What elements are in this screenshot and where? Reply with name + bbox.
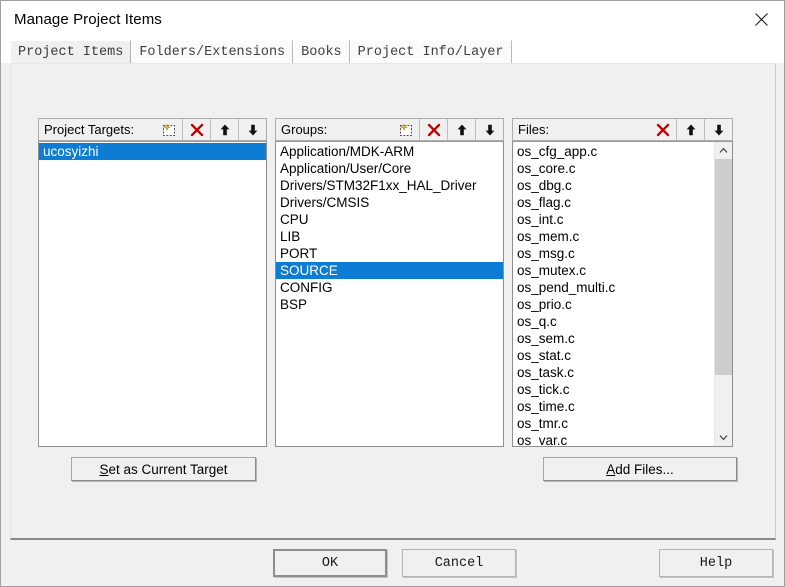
tab-strip: Project Items Folders/Extensions Books P…: [1, 39, 784, 63]
files-toolbar: [649, 119, 732, 140]
new-item-icon: [399, 122, 412, 136]
list-item[interactable]: BSP: [276, 296, 503, 313]
project-targets-listbox[interactable]: ucosyizhi: [38, 141, 267, 447]
files-listbox[interactable]: os_cfg_app.c os_core.c os_dbg.c os_flag.…: [512, 141, 733, 447]
groups-toolbar: [392, 119, 503, 140]
list-item[interactable]: os_flag.c: [513, 194, 714, 211]
tab-books[interactable]: Books: [293, 40, 350, 63]
move-up-icon: [220, 124, 229, 135]
groups-panel: Groups: Application/MDK-ARM Application/…: [275, 118, 504, 447]
add-files-button[interactable]: Add Files...: [543, 457, 737, 481]
scrollbar-track[interactable]: [715, 159, 732, 429]
tab-project-items[interactable]: Project Items: [10, 40, 132, 63]
list-item[interactable]: LIB: [276, 228, 503, 245]
list-item[interactable]: ucosyizhi: [39, 143, 266, 160]
list-item[interactable]: os_core.c: [513, 160, 714, 177]
project-targets-toolbar: [155, 119, 266, 140]
targets-delete-button[interactable]: [182, 119, 210, 140]
panel-columns: Project Targets: ucosyizhi Groups: Appli…: [38, 118, 741, 447]
groups-new-item-button[interactable]: [392, 119, 419, 140]
chevron-down-icon: [719, 435, 728, 441]
list-item[interactable]: CONFIG: [276, 279, 503, 296]
list-item[interactable]: os_mem.c: [513, 228, 714, 245]
list-item[interactable]: os_sem.c: [513, 330, 714, 347]
list-item[interactable]: os_stat.c: [513, 347, 714, 364]
list-item[interactable]: Drivers/CMSIS: [276, 194, 503, 211]
list-item[interactable]: os_cfg_app.c: [513, 143, 714, 160]
move-down-icon: [485, 124, 494, 135]
chevron-up-icon: [719, 147, 728, 153]
set-current-rest: et as Current Target: [108, 461, 228, 477]
scrollbar-thumb[interactable]: [715, 159, 732, 375]
files-scrollbar[interactable]: [714, 142, 732, 446]
scroll-up-button[interactable]: [715, 142, 732, 159]
groups-move-down-button[interactable]: [475, 119, 503, 140]
list-item[interactable]: os_time.c: [513, 398, 714, 415]
list-item[interactable]: Application/MDK-ARM: [276, 143, 503, 160]
files-delete-button[interactable]: [649, 119, 676, 140]
list-item[interactable]: os_mutex.c: [513, 262, 714, 279]
close-icon: [754, 13, 768, 26]
move-down-icon: [714, 124, 723, 135]
project-targets-panel: Project Targets: ucosyizhi: [38, 118, 267, 447]
targets-move-down-button[interactable]: [238, 119, 266, 140]
files-move-down-button[interactable]: [704, 119, 732, 140]
project-targets-label: Project Targets:: [44, 122, 135, 137]
groups-label: Groups:: [281, 122, 328, 137]
add-files-rest: dd Files...: [615, 461, 674, 477]
move-down-icon: [248, 124, 257, 135]
title-bar: Manage Project Items: [1, 1, 784, 39]
help-button[interactable]: Help: [659, 549, 773, 577]
groups-header: Groups:: [275, 118, 504, 141]
groups-listbox[interactable]: Application/MDK-ARM Application/User/Cor…: [275, 141, 504, 447]
list-item[interactable]: os_pend_multi.c: [513, 279, 714, 296]
panel-action-buttons: Set as Current Target Add Files...: [38, 457, 741, 483]
list-item[interactable]: SOURCE: [276, 262, 503, 279]
delete-icon: [656, 123, 669, 136]
list-item[interactable]: os_tick.c: [513, 381, 714, 398]
set-as-current-target-button[interactable]: Set as Current Target: [71, 457, 256, 481]
files-panel: Files: os_cfg_app.c os_core.c os_dbg.c o…: [512, 118, 733, 447]
move-up-icon: [457, 124, 466, 135]
delete-icon: [427, 123, 440, 136]
list-item[interactable]: os_dbg.c: [513, 177, 714, 194]
manage-project-items-dialog: Manage Project Items Project Items Folde…: [0, 0, 785, 587]
files-label: Files:: [518, 122, 550, 137]
tab-folders-extensions[interactable]: Folders/Extensions: [131, 40, 294, 63]
targets-new-item-button[interactable]: [155, 119, 182, 140]
list-item[interactable]: os_msg.c: [513, 245, 714, 262]
ok-button[interactable]: OK: [273, 549, 387, 577]
groups-move-up-button[interactable]: [447, 119, 475, 140]
list-item[interactable]: Application/User/Core: [276, 160, 503, 177]
list-item[interactable]: os_prio.c: [513, 296, 714, 313]
scroll-down-button[interactable]: [715, 429, 732, 446]
list-item[interactable]: os_task.c: [513, 364, 714, 381]
project-targets-header: Project Targets:: [38, 118, 267, 141]
dialog-title: Manage Project Items: [14, 11, 162, 28]
tab-project-info-layer[interactable]: Project Info/Layer: [349, 40, 512, 63]
dialog-button-bar: OK Cancel Help: [1, 540, 784, 586]
list-item[interactable]: os_var.c: [513, 432, 714, 446]
list-item[interactable]: PORT: [276, 245, 503, 262]
move-up-icon: [686, 124, 695, 135]
list-item[interactable]: os_tmr.c: [513, 415, 714, 432]
list-item[interactable]: os_q.c: [513, 313, 714, 330]
list-item[interactable]: Drivers/STM32F1xx_HAL_Driver: [276, 177, 503, 194]
targets-move-up-button[interactable]: [210, 119, 238, 140]
list-item[interactable]: CPU: [276, 211, 503, 228]
cancel-button[interactable]: Cancel: [402, 549, 516, 577]
tab-panel-project-items: Project Targets: ucosyizhi Groups: Appli…: [10, 63, 776, 540]
new-item-icon: [162, 122, 175, 136]
add-files-accel: A: [606, 461, 616, 477]
list-item[interactable]: os_int.c: [513, 211, 714, 228]
files-header: Files:: [512, 118, 733, 141]
groups-delete-button[interactable]: [419, 119, 447, 140]
files-move-up-button[interactable]: [676, 119, 704, 140]
close-button[interactable]: [738, 1, 784, 38]
delete-icon: [190, 123, 203, 136]
